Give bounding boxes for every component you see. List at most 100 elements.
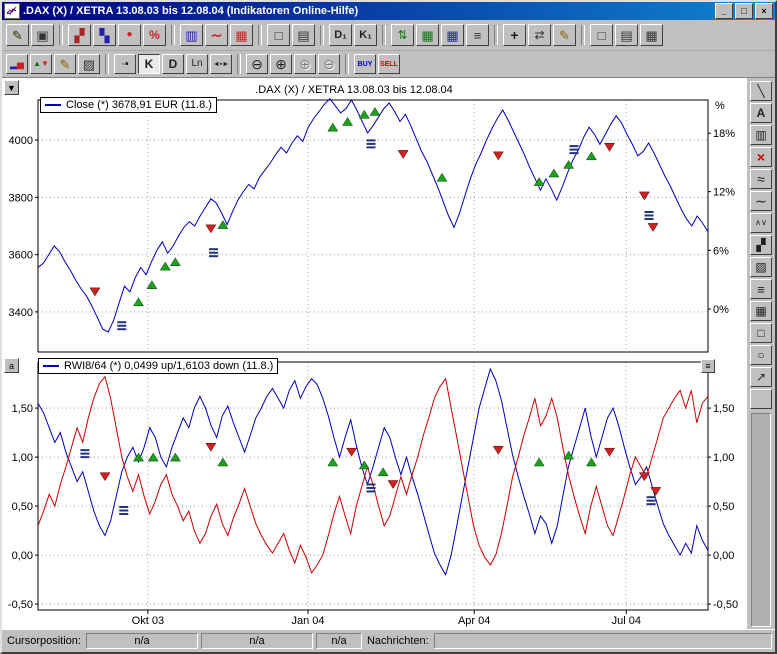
app-icon xyxy=(4,3,20,19)
pane-menu-button[interactable]: ≡ xyxy=(701,359,715,373)
buy-button[interactable]: BUY xyxy=(354,54,376,74)
stop-marker xyxy=(209,255,218,257)
log-scale-button[interactable]: Ln xyxy=(186,54,208,74)
bars-pattern-tool-button[interactable]: ▥ xyxy=(750,125,772,145)
stop-marker xyxy=(80,449,89,451)
stop-marker xyxy=(366,490,375,492)
zoom-out-button[interactable]: ⊖ xyxy=(246,54,268,74)
chart-properties-button[interactable]: ▨ xyxy=(78,54,100,74)
chart-area[interactable]: .DAX (X) / XETRA 13.08.03 bis 12.08.04 ▼… xyxy=(2,78,746,629)
close-button[interactable]: × xyxy=(755,3,773,19)
news-label: Nachrichten: xyxy=(365,635,431,647)
y-axis-label: 0,50 xyxy=(12,501,33,513)
indicator-legend[interactable]: RWI8/64 (*) 0,0499 up/1,6103 down (11.8.… xyxy=(38,358,278,374)
ellipse-tool-button[interactable]: ○ xyxy=(750,345,772,365)
buy-signal-marker xyxy=(359,110,369,118)
stop-marker xyxy=(117,328,126,330)
zigzag-tool-button[interactable]: ∧∨ xyxy=(750,213,772,233)
stop-marker xyxy=(366,146,375,148)
mini-chart-button-glyph: ▅ xyxy=(17,60,24,69)
blank-tool-button[interactable] xyxy=(750,389,772,409)
maximize-button[interactable]: □ xyxy=(735,3,753,19)
wave-tool-button[interactable]: ≈ xyxy=(750,169,772,189)
line-chart-button[interactable]: ∼ xyxy=(205,24,228,46)
indicator-pane-button[interactable]: a xyxy=(4,358,19,373)
arrow-tool-button[interactable]: ↗ xyxy=(750,367,772,387)
buy-signal-marker xyxy=(170,258,180,266)
rectangle-tool-button[interactable]: □ xyxy=(750,323,772,343)
style-candles-button[interactable]: ▚ xyxy=(93,24,116,46)
table-view-button[interactable]: ▦ xyxy=(230,24,253,46)
candle-mode-button[interactable]: K xyxy=(138,54,160,74)
statusbar: Cursorposition: n/a n/a n/a Nachrichten: xyxy=(2,629,775,652)
price-legend[interactable]: Close (*) 3678,91 EUR (11.8.) xyxy=(40,97,217,113)
draw-button[interactable]: ✎ xyxy=(553,24,576,46)
stop-marker xyxy=(645,211,654,213)
cursor-value-field: n/a xyxy=(316,633,362,649)
y-axis-label-right: 0,50 xyxy=(713,501,734,513)
sheet-page-button[interactable]: ▦ xyxy=(640,24,663,46)
zoom-reset-button[interactable]: ⊖ xyxy=(318,54,340,74)
percent-scale-button[interactable]: % xyxy=(143,24,166,46)
sell-button[interactable]: SELL xyxy=(378,54,400,74)
list-button[interactable]: ≡ xyxy=(466,24,489,46)
fibonacci-tool-button[interactable]: ≡ xyxy=(750,279,772,299)
mark-signal-button[interactable]: ● xyxy=(118,24,141,46)
sell-signal-marker xyxy=(493,446,503,454)
grid-tool-button[interactable]: ▦ xyxy=(750,301,772,321)
pane-scroll-button[interactable]: ▼ xyxy=(4,80,19,95)
print-button[interactable]: ▤ xyxy=(292,24,315,46)
delete-drawing-tool-button[interactable]: × xyxy=(750,147,772,167)
toolbar-separator xyxy=(258,25,262,45)
trendline-tool-button[interactable]: ╲ xyxy=(750,81,772,101)
buy-signal-marker xyxy=(378,468,388,476)
buy-signal-marker xyxy=(328,458,338,466)
x-axis-label: Jan 04 xyxy=(291,615,324,627)
stop-marker xyxy=(645,218,654,220)
channel-tool-button[interactable]: ▞ xyxy=(750,235,772,255)
quote-table-button[interactable]: ▦ xyxy=(441,24,464,46)
zoom-in-button[interactable]: ⊕ xyxy=(270,54,292,74)
edit-chart-button[interactable]: ✎ xyxy=(6,24,29,46)
copy-chart-button[interactable]: ▣ xyxy=(31,24,54,46)
bar-chart-button[interactable]: ▥ xyxy=(180,24,203,46)
mini-chart-button[interactable]: ▂▅ xyxy=(6,54,28,74)
scroll-arrows-button[interactable]: ◄▪► xyxy=(210,54,232,74)
titlebar[interactable]: .DAX (X) / XETRA 13.08.03 bis 12.08.04 (… xyxy=(2,2,775,20)
buy-signal-marker xyxy=(534,178,544,186)
percent-axis-label: 12% xyxy=(713,187,735,199)
line-width-button[interactable]: ·▪ xyxy=(114,54,136,74)
x-axis-label: Apr 04 xyxy=(458,615,490,627)
chart-canvas[interactable]: Okt 03Jan 04Apr 04Jul 044000380036003400… xyxy=(2,78,746,629)
buy-signal-marker xyxy=(534,458,544,466)
daily-mode-button[interactable]: D xyxy=(162,54,184,74)
sell-signal-marker xyxy=(605,143,615,151)
weekly-period-button[interactable]: K₁ xyxy=(354,24,377,46)
buy-signal-marker xyxy=(343,117,353,125)
sort-signals-button[interactable]: ⇅ xyxy=(391,24,414,46)
toolbar-scroll-track[interactable] xyxy=(751,413,771,627)
report-page-button[interactable]: ▤ xyxy=(615,24,638,46)
pan-button[interactable]: ⇄ xyxy=(528,24,551,46)
regression-tool-button[interactable]: ▨ xyxy=(750,257,772,277)
buy-signal-marker xyxy=(134,298,144,306)
y-axis-label-right: 1,00 xyxy=(713,452,734,464)
sine-tool-button[interactable]: ∼ xyxy=(750,191,772,211)
text-tool-button[interactable]: A xyxy=(750,103,772,123)
signal-triangles-button[interactable]: ▲▼ xyxy=(30,54,52,74)
daily-period-button[interactable]: D₁ xyxy=(329,24,352,46)
stop-marker xyxy=(80,453,89,455)
toolbar-separator xyxy=(320,25,324,45)
stop-marker xyxy=(117,325,126,327)
crosshair-button[interactable]: + xyxy=(503,24,526,46)
percent-axis-label: 6% xyxy=(713,245,729,257)
screen-layout-button[interactable]: □ xyxy=(267,24,290,46)
style-colors-button[interactable]: ▞ xyxy=(68,24,91,46)
sell-signal-marker xyxy=(90,288,100,296)
zoom-window-button[interactable]: ⊕ xyxy=(294,54,316,74)
buy-signal-marker xyxy=(218,221,228,229)
minimize-button[interactable]: _ xyxy=(715,3,733,19)
grid-button[interactable]: ▦ xyxy=(416,24,439,46)
notes-page-button[interactable]: □ xyxy=(590,24,613,46)
draw-pencil-button[interactable]: ✎ xyxy=(54,54,76,74)
